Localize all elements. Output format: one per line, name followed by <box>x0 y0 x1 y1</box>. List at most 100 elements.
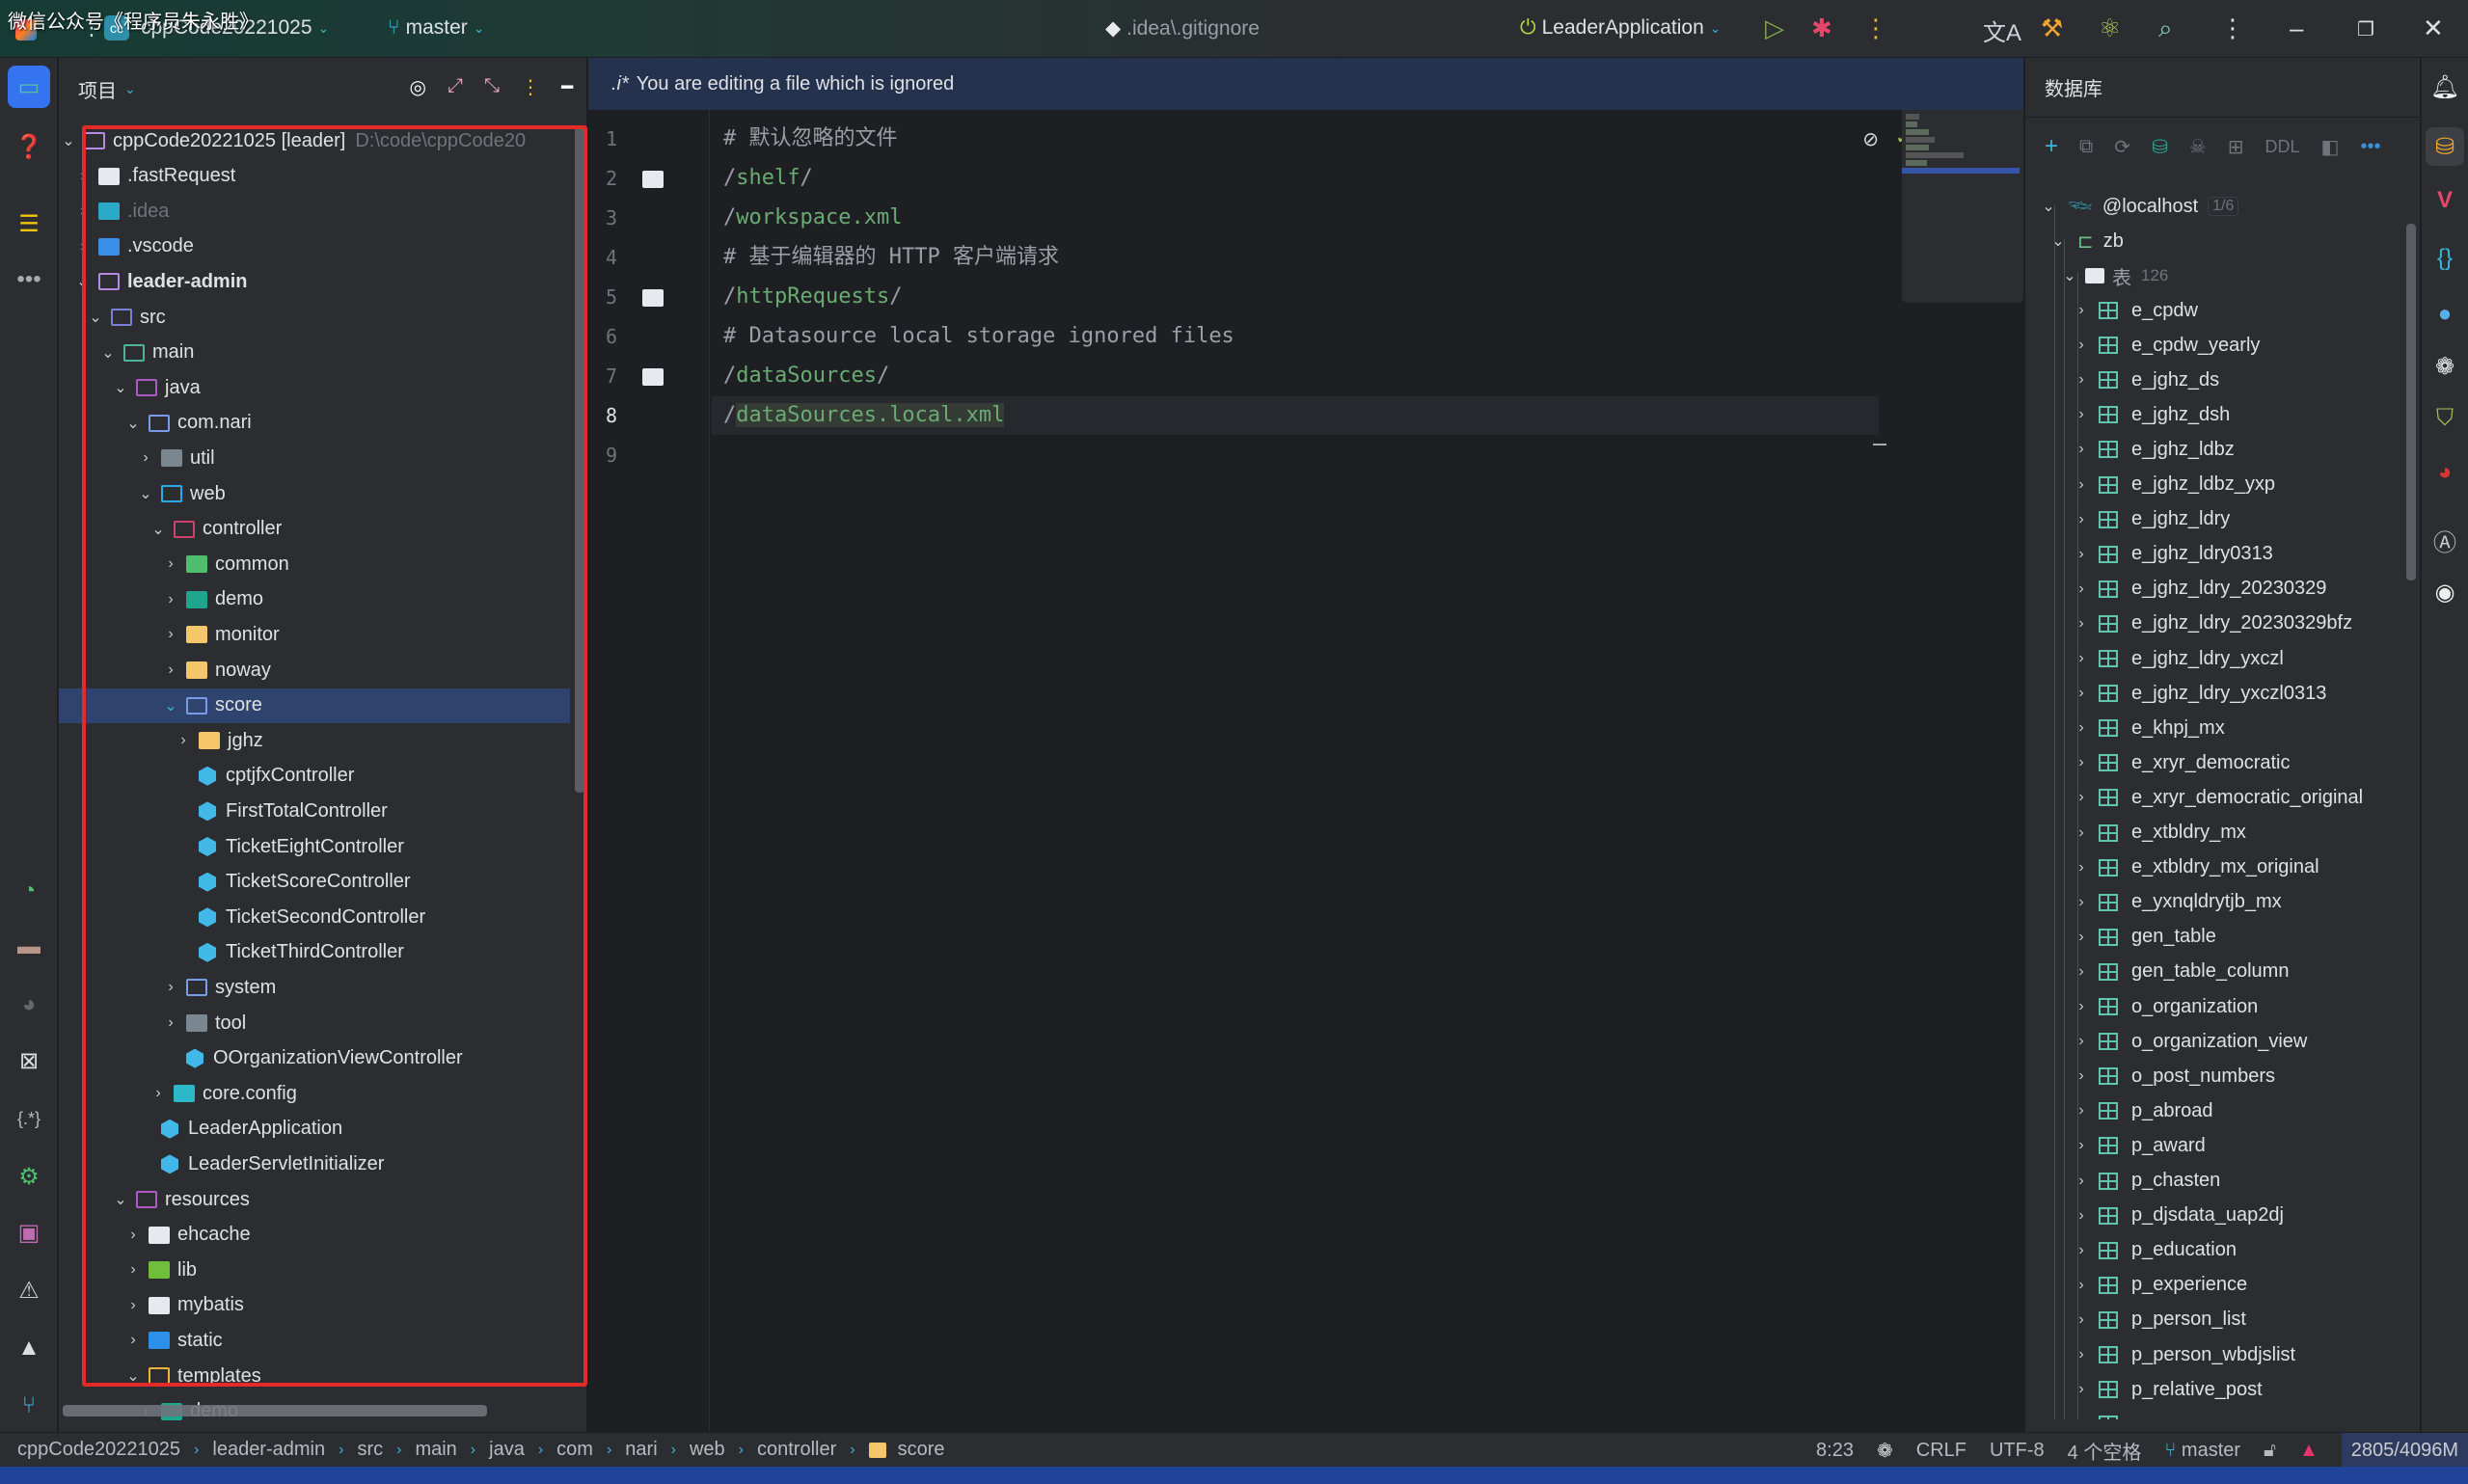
table-item[interactable]: › e_jghz_ldbz_yxp <box>2072 468 2275 502</box>
breadcrumb-item[interactable]: score <box>898 1439 945 1461</box>
table-item[interactable]: › p_relative_post <box>2072 1372 2262 1407</box>
vcs-branch-widget[interactable]: ⑂ master <box>2164 1440 2240 1462</box>
code-line[interactable]: /workspace.xml <box>723 199 902 237</box>
chevron-right-icon[interactable]: › <box>161 591 180 608</box>
tree-item[interactable]: LeaderServletInitializer <box>59 1147 570 1181</box>
expand-all-icon[interactable]: ⤢ <box>447 75 463 99</box>
tree-item[interactable]: TicketScoreController <box>59 865 570 900</box>
regex-icon[interactable]: {.*} <box>8 1097 50 1140</box>
breadcrumb-item[interactable]: src <box>357 1439 383 1461</box>
problems-icon[interactable]: ▲ <box>8 1327 50 1369</box>
copy-icon[interactable]: ⧉ <box>2079 136 2093 158</box>
tree-item[interactable]: ⌄ score <box>59 688 570 723</box>
tree-item[interactable]: › demo <box>59 582 570 617</box>
close-icon[interactable]: ✕ <box>2423 13 2444 43</box>
table-item[interactable]: › p_chasten <box>2072 1164 2220 1199</box>
table-item[interactable]: › e_khpj_mx <box>2072 711 2224 745</box>
chevron-right-icon[interactable]: › <box>174 732 193 749</box>
table-item[interactable]: › p_person_list <box>2072 1303 2246 1337</box>
table-item[interactable]: › e_jghz_ldry_20230329 <box>2072 572 2326 607</box>
refresh-icon[interactable]: ⟳ <box>2114 135 2130 159</box>
breadcrumb-item[interactable]: controller <box>757 1439 836 1461</box>
table-item[interactable]: › o_organization_view <box>2072 1024 2307 1059</box>
tree-item[interactable]: › mybatis <box>59 1288 570 1323</box>
run-icon[interactable]: ▷ <box>1765 13 1784 43</box>
tree-item[interactable]: cptjfxController <box>59 759 570 794</box>
chevron-down-icon[interactable]: ⌄ <box>161 696 180 715</box>
breadcrumb-item[interactable]: cppCode20221025 <box>17 1439 180 1461</box>
profiler-icon[interactable]: ◔ <box>8 870 50 912</box>
vue-v-icon[interactable]: V <box>2426 181 2464 220</box>
tree-item[interactable]: › .vscode <box>59 229 570 264</box>
chevron-right-icon[interactable]: › <box>161 1014 180 1032</box>
compare-icon[interactable]: ◧ <box>2321 135 2340 159</box>
table-item[interactable]: › p_resume <box>2072 1407 2217 1419</box>
settings-menu-icon[interactable]: ⋮ <box>2220 13 2245 43</box>
security-shield-icon[interactable]: ⛉ <box>2426 399 2464 438</box>
table-item[interactable]: › p_education <box>2072 1233 2237 1268</box>
help-icon[interactable]: ❓ <box>8 125 50 168</box>
breadcrumb-item[interactable]: main <box>415 1439 456 1461</box>
tree-vertical-scrollbar[interactable] <box>575 127 584 793</box>
chevron-right-icon[interactable]: › <box>161 661 180 679</box>
options-icon[interactable]: ⋮ <box>521 75 540 99</box>
code-line[interactable]: # 基于编辑器的 HTTP 客户端请求 <box>723 238 1059 277</box>
github-icon[interactable]: ◉ <box>2426 573 2464 611</box>
chevron-down-icon[interactable]: ⌄ <box>111 378 130 397</box>
dictionary-icon[interactable]: Ⓐ <box>2426 521 2464 559</box>
chevron-right-icon[interactable]: › <box>161 555 180 573</box>
project-panel-title[interactable]: 项目 <box>78 75 117 103</box>
table-item[interactable]: › e_jghz_ldbz <box>2072 432 2234 467</box>
table-item[interactable]: › e_jghz_ldry <box>2072 502 2230 537</box>
table-item[interactable]: › e_xtbldry_mx_original <box>2072 850 2319 885</box>
chevron-down-icon[interactable]: ⌄ <box>123 414 143 433</box>
database-tool-icon[interactable]: ⛁ <box>2426 127 2464 166</box>
notifications-bell-icon[interactable]: 🔔︎ <box>2426 67 2464 106</box>
tree-item[interactable]: ⌄ controller <box>59 512 570 547</box>
datasource-localhost[interactable]: ⌄ 𓆝 @localhost 1/6 <box>2039 189 2239 224</box>
chevron-right-icon[interactable]: › <box>73 238 93 256</box>
code-line[interactable]: /shelf/ <box>723 159 813 198</box>
minimize-icon[interactable]: – <box>2290 13 2303 43</box>
tables-folder[interactable]: ⌄ 表 126 <box>2060 258 2168 293</box>
atom-icon[interactable]: ⚛ <box>2099 13 2121 43</box>
table-item[interactable]: › p_person_wbdjslist <box>2072 1337 2295 1372</box>
chevron-down-icon[interactable]: ⌄ <box>124 81 136 97</box>
git-icon[interactable]: ⑂ <box>8 1385 50 1427</box>
restore-icon[interactable]: ❐ <box>2357 17 2374 41</box>
more-actions-icon[interactable]: ⋮ <box>1863 13 1888 43</box>
table-item[interactable]: › e_jghz_ldry0313 <box>2072 537 2272 572</box>
chevron-down-icon[interactable]: ⌄ <box>86 308 105 327</box>
json-braces-icon[interactable]: {} <box>2426 239 2464 278</box>
hide-panel-icon[interactable]: ━ <box>561 75 573 99</box>
tree-item[interactable]: › noway <box>59 653 570 688</box>
table-item[interactable]: › e_xryr_democratic <box>2072 745 2290 780</box>
table-item[interactable]: › e_jghz_ldry_20230329bfz <box>2072 607 2352 641</box>
file-encoding[interactable]: UTF-8 <box>1990 1440 2045 1462</box>
chevron-right-icon[interactable]: › <box>123 1227 143 1244</box>
ninja-icon[interactable]: ◕ <box>2426 453 2464 492</box>
tree-item[interactable]: TicketEightController <box>59 829 570 864</box>
alarm-icon[interactable]: ⚠ <box>8 1269 50 1311</box>
indent-setting[interactable]: 4 个空格 <box>2068 1437 2142 1465</box>
table-item[interactable]: › e_jghz_ldry_yxczl <box>2072 641 2284 676</box>
table-item[interactable]: › e_xryr_democratic_original <box>2072 780 2363 815</box>
tree-horizontal-scrollbar[interactable] <box>63 1405 487 1417</box>
tree-item[interactable]: › ehcache <box>59 1218 570 1253</box>
chevron-right-icon[interactable]: › <box>123 1332 143 1349</box>
branch-switcher[interactable]: ⑂ master ⌄ <box>388 16 485 40</box>
code-line[interactable]: /dataSources.local.xml <box>723 396 1005 435</box>
chevron-right-icon[interactable]: › <box>123 1297 143 1314</box>
chatgpt-icon[interactable]: ❁ <box>2426 347 2464 386</box>
caret-position[interactable]: 8:23 <box>1816 1440 1854 1462</box>
table-item[interactable]: › e_cpdw <box>2072 293 2198 328</box>
tree-item[interactable]: ⌄ leader-admin <box>59 264 570 299</box>
tree-item[interactable]: ⌄ main <box>59 336 570 370</box>
tree-item[interactable]: TicketThirdController <box>59 935 570 970</box>
chevron-right-icon[interactable]: › <box>161 626 180 643</box>
ddl-button[interactable]: DDL <box>2265 137 2300 157</box>
table-item[interactable]: › p_experience <box>2072 1268 2247 1303</box>
tree-item[interactable]: ⌄ web <box>59 476 570 511</box>
tree-item[interactable]: ⌄ src <box>59 300 570 335</box>
table-item[interactable]: › e_jghz_dsh <box>2072 397 2230 432</box>
